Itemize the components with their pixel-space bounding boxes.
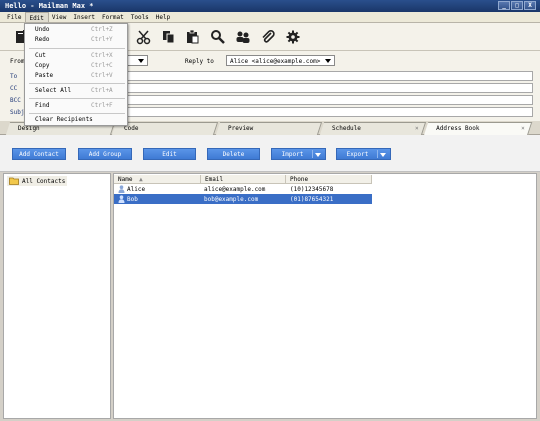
- menu-separator: [29, 98, 125, 99]
- table-header: Name ▲ Email Phone: [114, 175, 372, 184]
- menu-separator: [29, 83, 125, 84]
- tree-item-all-contacts[interactable]: All Contacts: [7, 176, 68, 186]
- address-book-toolbar: Add Contact Add Group Edit Delete Import…: [0, 135, 540, 172]
- tab-preview[interactable]: Preview: [215, 122, 323, 135]
- title-bar: Hello - Mailman Max * _ □ X: [0, 0, 540, 12]
- add-contact-button[interactable]: Add Contact: [12, 148, 66, 160]
- contact-person-icon: [118, 195, 125, 203]
- tab-address-book[interactable]: Address Book ×: [423, 122, 533, 136]
- attach-icon[interactable]: [260, 29, 276, 45]
- reply-to-select[interactable]: Alice <alice@example.com>: [226, 55, 335, 66]
- contacts-table: Name ▲ Email Phone Alice alice@example.c…: [113, 173, 537, 419]
- column-header-phone[interactable]: Phone: [286, 175, 372, 184]
- menu-item-redo[interactable]: Redo Ctrl+Y: [25, 36, 127, 46]
- minimize-button[interactable]: _: [498, 1, 510, 10]
- table-row[interactable]: Alice alice@example.com (10)12345678: [114, 184, 372, 194]
- reply-to-label: Reply to: [185, 58, 214, 65]
- chevron-down-icon: [138, 59, 144, 63]
- settings-gear-icon[interactable]: [285, 29, 301, 45]
- column-header-name[interactable]: Name ▲: [114, 175, 201, 184]
- menu-item-find[interactable]: Find Ctrl+F: [25, 102, 127, 112]
- menu-item-select-all[interactable]: Select All Ctrl+A: [25, 87, 127, 97]
- menu-bar: File Edit View Insert Format Tools Help: [0, 12, 540, 23]
- menu-tools[interactable]: Tools: [128, 12, 153, 22]
- add-group-button[interactable]: Add Group: [78, 148, 132, 160]
- menu-view[interactable]: View: [49, 12, 70, 22]
- contact-name: Bob: [127, 196, 138, 203]
- contact-phone: (01)87654321: [290, 196, 334, 203]
- bcc-label: BCC: [10, 97, 21, 104]
- tab-schedule[interactable]: Schedule ×: [319, 122, 427, 135]
- close-tab-icon[interactable]: ×: [522, 125, 526, 132]
- chevron-down-icon[interactable]: [380, 153, 386, 157]
- contact-email: bob@example.com: [204, 196, 259, 203]
- folder-icon: [9, 177, 19, 185]
- edit-menu-dropdown: Undo Ctrl+Z Redo Ctrl+Y Cut Ctrl+X Copy …: [24, 23, 128, 126]
- copy-icon[interactable]: [161, 29, 177, 45]
- contact-person-icon: [118, 185, 125, 193]
- chevron-down-icon[interactable]: [315, 153, 321, 157]
- menu-format[interactable]: Format: [99, 12, 128, 22]
- groups-tree: All Contacts: [3, 173, 111, 419]
- menu-help[interactable]: Help: [153, 12, 174, 22]
- from-label: From: [10, 58, 25, 65]
- menu-insert[interactable]: Insert: [70, 12, 99, 22]
- delete-button[interactable]: Delete: [207, 148, 260, 160]
- window-title: Hello - Mailman Max *: [5, 2, 94, 10]
- menu-item-cut[interactable]: Cut Ctrl+X: [25, 52, 127, 62]
- contact-name: Alice: [127, 186, 146, 193]
- export-button[interactable]: Export: [336, 148, 391, 160]
- column-header-email[interactable]: Email: [201, 175, 286, 184]
- window-controls: _ □ X: [498, 1, 536, 10]
- close-button[interactable]: X: [524, 1, 536, 10]
- menu-item-paste[interactable]: Paste Ctrl+V: [25, 72, 127, 82]
- sort-ascending-icon: ▲: [139, 176, 143, 183]
- chevron-down-icon: [325, 59, 331, 63]
- edit-button[interactable]: Edit: [143, 148, 196, 160]
- menu-separator: [29, 113, 125, 114]
- contacts-icon[interactable]: [235, 29, 251, 45]
- maximize-button[interactable]: □: [511, 1, 523, 10]
- close-tab-icon[interactable]: ×: [415, 125, 419, 132]
- menu-item-copy[interactable]: Copy Ctrl+C: [25, 62, 127, 72]
- cc-label: CC: [10, 85, 18, 92]
- cut-icon[interactable]: [136, 29, 152, 45]
- table-row[interactable]: Bob bob@example.com (01)87654321: [114, 194, 372, 204]
- menu-item-undo[interactable]: Undo Ctrl+Z: [25, 26, 127, 36]
- contact-phone: (10)12345678: [290, 186, 334, 193]
- menu-item-clear-recipients[interactable]: Clear Recipients: [25, 116, 127, 126]
- menu-edit[interactable]: Edit: [25, 12, 49, 22]
- import-button[interactable]: Import: [271, 148, 326, 160]
- menu-file[interactable]: File: [4, 12, 25, 22]
- paste-icon[interactable]: [185, 29, 201, 45]
- contact-email: alice@example.com: [204, 186, 266, 193]
- search-icon[interactable]: [210, 29, 226, 45]
- to-label: To: [10, 73, 18, 80]
- menu-separator: [29, 48, 125, 49]
